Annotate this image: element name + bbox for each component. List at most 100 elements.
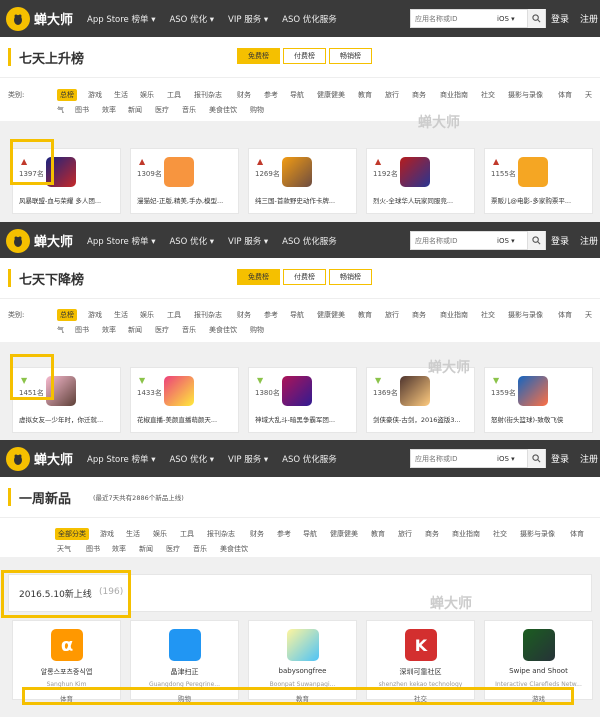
category-item[interactable]: 游戏 (88, 310, 102, 320)
category-item[interactable]: 社交 (481, 90, 495, 100)
category-item[interactable]: 财务 (250, 529, 264, 539)
category-item[interactable]: 生活 (126, 529, 140, 539)
category-item[interactable]: 教育 (358, 310, 372, 320)
category-item[interactable]: 医疗 (155, 325, 169, 335)
tab-grossing[interactable]: 畅销榜 (329, 269, 372, 285)
platform-select[interactable]: iOS ▾ (497, 455, 527, 463)
category-item[interactable]: 新闻 (128, 105, 142, 115)
category-item[interactable]: 美食佳饮 (209, 325, 237, 335)
category-item[interactable]: 健康健美 (317, 310, 345, 320)
category-item[interactable]: 财务 (237, 90, 251, 100)
category-item[interactable]: 天气 (57, 544, 71, 554)
nav-aso-service[interactable]: ASO 优化服务 (282, 453, 337, 465)
app-card[interactable]: ▼ 1380名 神域大乱斗-暗黑争霸军团... (248, 367, 357, 433)
category-item[interactable]: 参考 (264, 310, 278, 320)
category-item[interactable]: 参考 (277, 529, 291, 539)
category-item[interactable]: 购物 (250, 325, 264, 335)
category-item[interactable]: 天 (585, 310, 592, 320)
category-item[interactable]: 旅行 (385, 90, 399, 100)
category-item[interactable]: 购物 (250, 105, 264, 115)
category-item[interactable]: 生活 (114, 310, 128, 320)
platform-select[interactable]: iOS ▾ (497, 237, 527, 245)
category-item[interactable]: 美食佳饮 (220, 544, 248, 554)
category-item[interactable]: 游戏 (100, 529, 114, 539)
login-link[interactable]: 登录 (551, 12, 569, 25)
category-item[interactable]: 娱乐 (140, 90, 154, 100)
search-icon[interactable] (527, 449, 545, 468)
login-link[interactable]: 登录 (551, 234, 569, 247)
category-item[interactable]: 工具 (167, 310, 181, 320)
category-item[interactable]: 体育 (570, 529, 584, 539)
category-item[interactable]: 摄影与录像 (508, 310, 543, 320)
category-item[interactable]: 生活 (114, 90, 128, 100)
tab-paid[interactable]: 付费榜 (283, 48, 326, 64)
category-item[interactable]: 总榜 (57, 309, 77, 321)
category-item[interactable]: 商务 (412, 90, 426, 100)
nav-aso-service[interactable]: ASO 优化服务 (282, 235, 337, 247)
category-item[interactable]: 摄影与录像 (520, 529, 555, 539)
app-card[interactable]: ▼ 1433名 花椒直播-美颜直播萌颜天... (130, 367, 239, 433)
category-item[interactable]: 游戏 (88, 90, 102, 100)
category-item[interactable]: 商业指南 (440, 90, 468, 100)
category-item[interactable]: 商业指南 (452, 529, 480, 539)
category-item[interactable]: 总榜 (57, 89, 77, 101)
category-item[interactable]: 图书 (86, 544, 100, 554)
category-item[interactable]: 效率 (102, 325, 116, 335)
category-item[interactable]: 旅行 (398, 529, 412, 539)
category-item[interactable]: 效率 (102, 105, 116, 115)
category-item[interactable]: 天 (585, 90, 592, 100)
category-item[interactable]: 体育 (558, 310, 572, 320)
category-item[interactable]: 社交 (493, 529, 507, 539)
category-item[interactable]: 体育 (558, 90, 572, 100)
tab-paid[interactable]: 付费榜 (283, 269, 326, 285)
nav-appstore-ranking[interactable]: App Store 榜单 ▾ (87, 13, 155, 25)
category-item[interactable]: 全部分类 (55, 528, 89, 540)
category-item[interactable]: 气 (57, 105, 64, 115)
tab-grossing[interactable]: 畅销榜 (329, 48, 372, 64)
category-item[interactable]: 报刊杂志 (194, 90, 222, 100)
category-item[interactable]: 导航 (290, 310, 304, 320)
app-card[interactable]: ▲ 1192名 烈火-全球华人玩家同服竞... (366, 148, 475, 214)
category-item[interactable]: 音乐 (193, 544, 207, 554)
register-link[interactable]: 注册 (580, 452, 598, 465)
category-item[interactable]: 新闻 (128, 325, 142, 335)
category-item[interactable]: 导航 (303, 529, 317, 539)
platform-select[interactable]: iOS ▾ (497, 15, 527, 23)
category-item[interactable]: 音乐 (182, 105, 196, 115)
app-card[interactable]: ▲ 1269名 纯三国-首款野史动作卡牌... (248, 148, 357, 214)
category-item[interactable]: 图书 (75, 105, 89, 115)
nav-vip[interactable]: VIP 服务 ▾ (228, 13, 268, 25)
category-item[interactable]: 社交 (481, 310, 495, 320)
category-item[interactable]: 健康健美 (330, 529, 358, 539)
search-icon[interactable] (527, 9, 545, 28)
category-item[interactable]: 效率 (112, 544, 126, 554)
search-input[interactable] (411, 232, 497, 249)
category-item[interactable]: 工具 (167, 90, 181, 100)
logo[interactable]: 蝉大师 (6, 6, 73, 31)
nav-vip[interactable]: VIP 服务 ▾ (228, 235, 268, 247)
category-item[interactable]: 商务 (412, 310, 426, 320)
app-card[interactable]: ▲ 1309名 漫猫妃-正版,精美,手办,模型... (130, 148, 239, 214)
search-input[interactable] (411, 450, 497, 467)
category-item[interactable]: 教育 (358, 90, 372, 100)
search-input[interactable] (411, 10, 497, 27)
nav-appstore-ranking[interactable]: App Store 榜单 ▾ (87, 235, 155, 247)
category-item[interactable]: 音乐 (182, 325, 196, 335)
category-item[interactable]: 工具 (180, 529, 194, 539)
nav-appstore-ranking[interactable]: App Store 榜单 ▾ (87, 453, 155, 465)
category-item[interactable]: 娱乐 (140, 310, 154, 320)
logo[interactable]: 蝉大师 (6, 446, 73, 471)
register-link[interactable]: 注册 (580, 234, 598, 247)
app-card[interactable]: ▲ 1155名 票贩儿@电影-多家购票平... (484, 148, 593, 214)
nav-aso-service[interactable]: ASO 优化服务 (282, 13, 337, 25)
register-link[interactable]: 注册 (580, 12, 598, 25)
logo[interactable]: 蝉大师 (6, 228, 73, 253)
app-card[interactable]: ▼ 1359名 怒射(街头篮球)-致敬飞侠 (484, 367, 593, 433)
category-item[interactable]: 商务 (425, 529, 439, 539)
category-item[interactable]: 报刊杂志 (207, 529, 235, 539)
category-item[interactable]: 摄影与录像 (508, 90, 543, 100)
category-item[interactable]: 教育 (371, 529, 385, 539)
search-icon[interactable] (527, 231, 545, 250)
category-item[interactable]: 气 (57, 325, 64, 335)
tab-free[interactable]: 免费榜 (237, 269, 280, 285)
